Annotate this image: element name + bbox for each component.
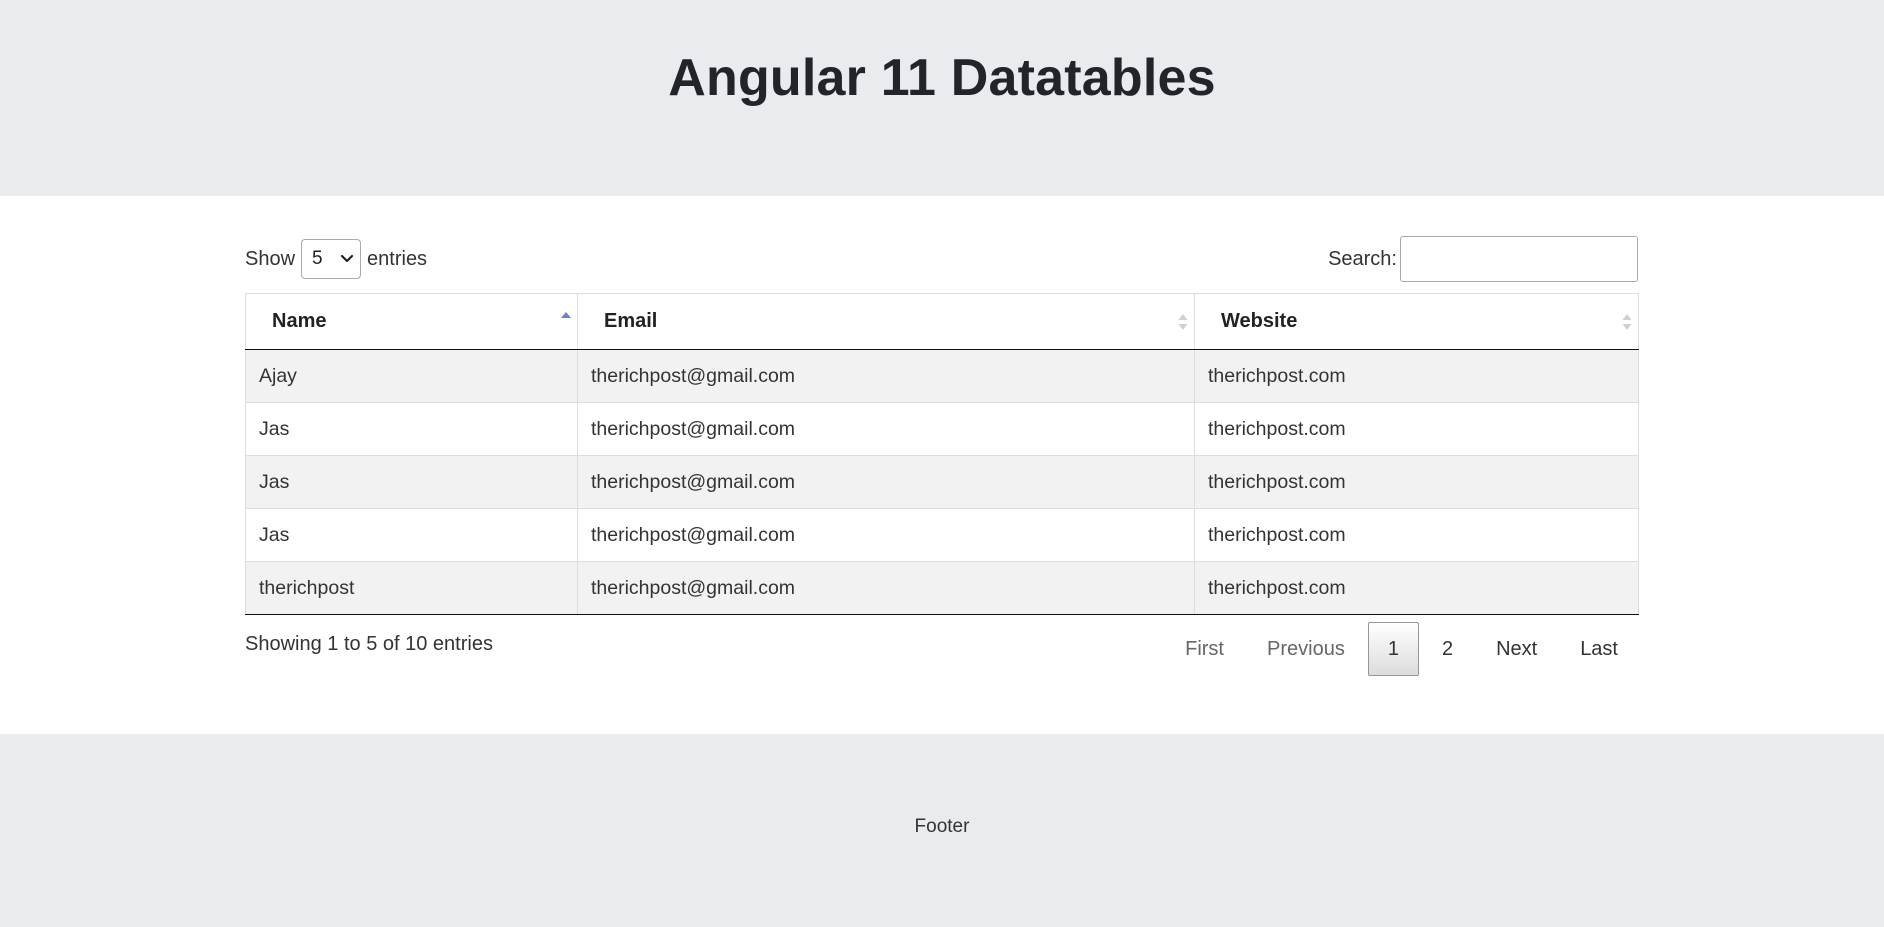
cell-email: therichpost@gmail.com [577, 455, 1195, 509]
cell-name: therichpost [245, 561, 578, 615]
pagination: First Previous 1 2 Next Last [1162, 622, 1638, 676]
column-header-website[interactable]: Website [1194, 293, 1639, 350]
header-banner: Angular 11 Datatables [0, 0, 1884, 196]
cell-website: therichpost.com [1194, 561, 1639, 615]
length-menu-prefix: Show [245, 247, 296, 270]
page-length-select[interactable]: 5 [301, 239, 362, 279]
footer-text: Footer [914, 816, 970, 837]
cell-website: therichpost.com [1194, 455, 1639, 509]
cell-email: therichpost@gmail.com [577, 561, 1195, 615]
column-header-name[interactable]: Name [245, 293, 578, 350]
table-row: Jas therichpost@gmail.com therichpost.co… [245, 508, 1639, 562]
search-filter: Search: [1328, 236, 1638, 282]
cell-name: Ajay [245, 349, 578, 403]
datatable-wrapper: Show 5 entries Search: Name Email Websit… [245, 236, 1639, 686]
pagination-first-button[interactable]: First [1165, 622, 1244, 676]
cell-email: therichpost@gmail.com [577, 508, 1195, 562]
length-menu-suffix: entries [367, 247, 428, 270]
cell-name: Jas [245, 455, 578, 509]
pagination-page-1-button[interactable]: 1 [1367, 622, 1419, 676]
chevron-down-icon [340, 254, 354, 263]
cell-email: therichpost@gmail.com [577, 349, 1195, 403]
page-title: Angular 11 Datatables [668, 49, 1216, 107]
table-row: Ajay therichpost@gmail.com therichpost.c… [245, 349, 1639, 403]
table-header-row: Name Email Website [245, 293, 1639, 350]
cell-website: therichpost.com [1194, 402, 1639, 456]
cell-name: Jas [245, 508, 578, 562]
table-row: Jas therichpost@gmail.com therichpost.co… [245, 455, 1639, 509]
column-header-label: Name [272, 310, 327, 332]
pagination-previous-button[interactable]: Previous [1247, 622, 1365, 676]
sort-both-icon [1178, 313, 1188, 330]
pagination-last-button[interactable]: Last [1560, 622, 1638, 676]
column-header-label: Website [1221, 310, 1298, 332]
cell-website: therichpost.com [1194, 508, 1639, 562]
sort-ascending-icon [561, 311, 571, 318]
search-label: Search: [1328, 247, 1397, 270]
data-table: Name Email Website Ajay therichpost@gmai… [245, 293, 1639, 615]
table-row: Jas therichpost@gmail.com therichpost.co… [245, 402, 1639, 456]
page-length-value: 5 [312, 248, 323, 269]
table-info: Showing 1 to 5 of 10 entries [245, 633, 493, 655]
page: Angular 11 Datatables Show 5 entries Sea… [0, 0, 1884, 927]
column-header-label: Email [604, 310, 658, 332]
column-header-email[interactable]: Email [577, 293, 1195, 350]
page-footer: Footer [0, 734, 1884, 927]
cell-name: Jas [245, 402, 578, 456]
cell-website: therichpost.com [1194, 349, 1639, 403]
cell-email: therichpost@gmail.com [577, 402, 1195, 456]
pagination-next-button[interactable]: Next [1476, 622, 1557, 676]
sort-both-icon [1622, 313, 1632, 330]
search-input[interactable] [1400, 236, 1638, 282]
pagination-page-2-button[interactable]: 2 [1422, 622, 1473, 676]
table-row: therichpost therichpost@gmail.com theric… [245, 561, 1639, 615]
length-menu: Show 5 entries [245, 238, 427, 280]
